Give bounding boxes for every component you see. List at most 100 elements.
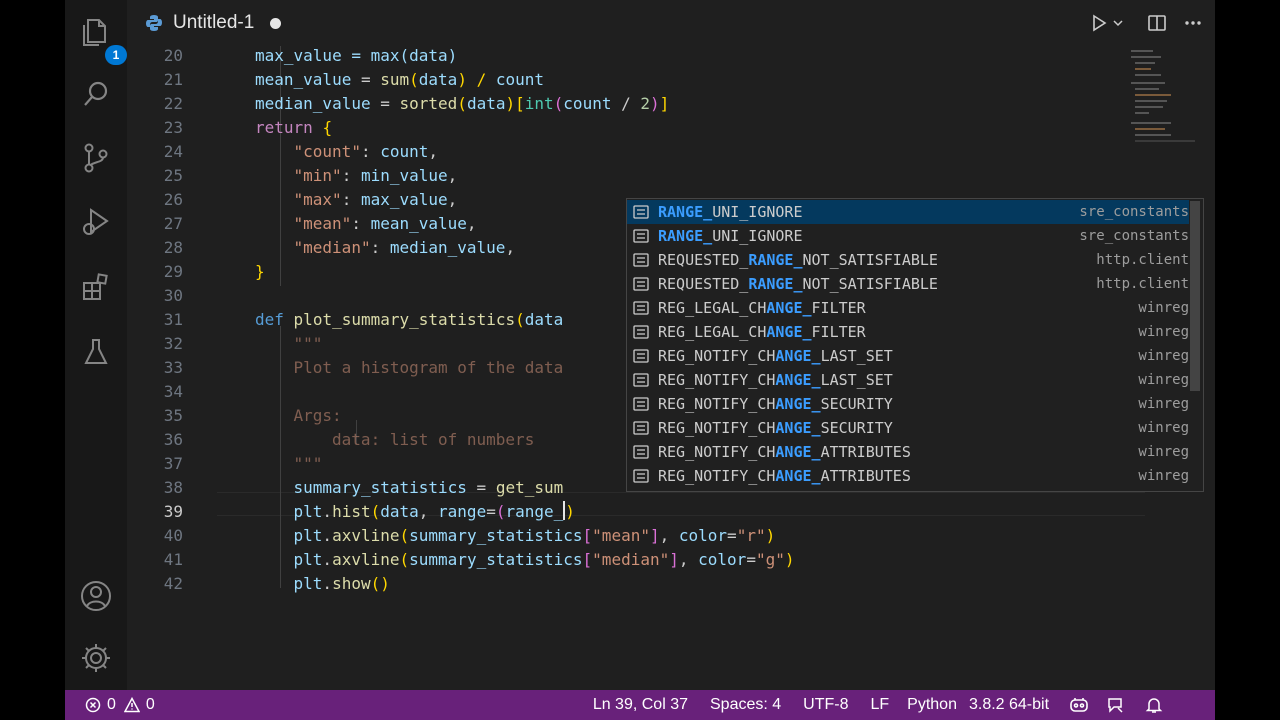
indentation[interactable]: Spaces: 4 (710, 696, 781, 714)
python-interpreter[interactable]: 3.8.2 64-bit (969, 696, 1049, 714)
code-token: def (255, 310, 284, 329)
constant-symbol-icon (633, 349, 649, 363)
code-token: ) (784, 550, 795, 569)
extensions-icon[interactable] (76, 268, 116, 308)
suggestion-item[interactable]: REG_LEGAL_CHANGE_FILTER winreg (627, 320, 1189, 344)
suggestion-item[interactable]: REG_NOTIFY_CHANGE_SECURITY winreg (627, 416, 1189, 440)
label-text: REG_NOTIFY_CH (658, 419, 776, 437)
code-token: count (380, 142, 429, 161)
code-line[interactable]: 22 median_value = sorted(data)[int(count … (127, 92, 1215, 116)
end-of-line[interactable]: LF (870, 696, 889, 714)
code-token: data (466, 94, 506, 113)
constant-symbol-icon (633, 469, 649, 483)
code-token: ) (650, 94, 660, 113)
accounts-icon[interactable] (76, 576, 116, 616)
constant-symbol-icon (633, 445, 649, 459)
code-token: summary_statistics (293, 478, 467, 497)
label-text: REG_LEGAL_CH (658, 299, 767, 317)
encoding[interactable]: UTF-8 (803, 696, 848, 714)
suggestion-item[interactable]: REQUESTED_RANGE_NOT_SATISFIABLE http.clie… (627, 272, 1189, 296)
notifications-bell-icon[interactable] (1145, 696, 1163, 714)
code-line[interactable]: 25 "min": min_value, (127, 164, 1215, 188)
code-token: "median" (592, 550, 670, 569)
constant-symbol-icon (633, 229, 649, 243)
code-token: [ (582, 550, 593, 569)
suggestion-item[interactable]: REG_NOTIFY_CHANGE_ATTRIBUTES winreg (627, 464, 1189, 488)
code-token: data (418, 70, 458, 89)
suggestion-item[interactable]: REG_NOTIFY_CHANGE_SECURITY winreg (627, 392, 1189, 416)
run-python-file-icon[interactable] (1085, 9, 1113, 37)
activity-bar: 1 (65, 0, 127, 690)
code-token: data (524, 310, 564, 329)
run-dropdown-chevron-down-icon[interactable] (1111, 9, 1125, 37)
code-line[interactable]: 24 "count": count, (127, 140, 1215, 164)
suggestion-label: REG_LEGAL_CHANGE_FILTER (658, 296, 866, 320)
suggestion-item[interactable]: REG_NOTIFY_CHANGE_LAST_SET winreg (627, 368, 1189, 392)
suggestions-scrollbar[interactable] (1190, 201, 1200, 391)
feedback-icon[interactable] (1107, 696, 1125, 714)
line-number: 27 (163, 214, 183, 233)
code-token: = (466, 478, 496, 497)
code-text: """ (294, 332, 323, 356)
more-actions-icon[interactable] (1179, 9, 1207, 37)
label-text: REG_NOTIFY_CH (658, 443, 776, 461)
cursor-position[interactable]: Ln 39, Col 37 (593, 696, 688, 714)
unsaved-dot-icon[interactable] (270, 17, 282, 29)
problems-indicator[interactable]: 0 0 (85, 696, 155, 714)
suggestion-detail: winreg (1138, 324, 1189, 340)
code-token: , (447, 166, 458, 185)
label-text: NOT_SATISFIABLE (802, 275, 938, 293)
code-token: . (322, 574, 333, 593)
autocomplete-suggestions[interactable]: RANGE_UNI_IGNORE sre_constants RANGE_UNI_I… (626, 198, 1204, 492)
suggestion-detail: sre_constants (1079, 228, 1189, 244)
code-line[interactable]: 39 plt.hist(data, range=(range_) (127, 500, 1215, 524)
match-highlight: RANGE_ (658, 203, 713, 221)
code-token: plt (293, 574, 323, 593)
suggestion-item[interactable]: REG_NOTIFY_CHANGE_LAST_SET winreg (627, 344, 1189, 368)
settings-gear-icon[interactable] (76, 638, 116, 678)
suggestion-label: RANGE_UNI_IGNORE (658, 224, 803, 248)
code-token: axvline (332, 526, 400, 545)
explorer-icon[interactable]: 1 (76, 12, 127, 65)
code-token: "r" (736, 526, 766, 545)
code-token: : (351, 214, 371, 233)
suggestion-label: REG_LEGAL_CHANGE_FILTER (658, 320, 866, 344)
code-token: . (322, 550, 333, 569)
code-token: ( (399, 550, 410, 569)
code-token: , (659, 526, 679, 545)
minimap[interactable] (1127, 46, 1207, 166)
code-editor[interactable]: 20 max_value = max(data) 21 mean_value = su… (127, 46, 1215, 690)
code-line[interactable]: 23 return { (127, 116, 1215, 140)
suggestion-detail: winreg (1138, 468, 1189, 484)
testing-icon[interactable] (76, 332, 116, 372)
code-token: [ (515, 94, 525, 113)
match-highlight: ANGE_ (766, 299, 812, 317)
line-number: 41 (163, 550, 183, 569)
code-line[interactable]: 42 plt.show() (127, 572, 1215, 596)
search-icon[interactable] (76, 74, 116, 114)
constant-symbol-icon (633, 205, 649, 219)
editor-tab-untitled-1[interactable]: Untitled-1 (127, 0, 299, 46)
copilot-icon[interactable] (1069, 696, 1089, 714)
code-line[interactable]: 20 max_value = max(data) (127, 46, 1215, 68)
status-bar: 0 0 Ln 39, Col 37 Spaces: 4 UTF-8 LF Pyt… (65, 690, 1215, 720)
code-line[interactable]: 41 plt.axvline(summary_statistics["median… (127, 548, 1215, 572)
code-line[interactable]: 40 plt.axvline(summary_statistics["mean"]… (127, 524, 1215, 548)
split-editor-icon[interactable] (1143, 9, 1171, 37)
label-text: UNI_IGNORE (712, 227, 803, 245)
code-token: , (418, 502, 439, 521)
code-token: ) (565, 502, 575, 521)
code-token: ( (370, 502, 381, 521)
suggestion-item[interactable]: RANGE_UNI_IGNORE sre_constants (627, 224, 1189, 248)
source-control-icon[interactable] (76, 138, 116, 178)
suggestion-detail: winreg (1138, 444, 1189, 460)
suggestion-item[interactable]: RANGE_UNI_IGNORE sre_constants (627, 200, 1189, 224)
run-debug-icon[interactable] (76, 202, 116, 242)
suggestion-item[interactable]: REG_NOTIFY_CHANGE_ATTRIBUTES winreg (627, 440, 1189, 464)
suggestion-item[interactable]: REG_LEGAL_CHANGE_FILTER winreg (627, 296, 1189, 320)
explorer-badge: 1 (105, 45, 127, 65)
suggestion-item[interactable]: REQUESTED_RANGE_NOT_SATISFIABLE http.clie… (627, 248, 1189, 272)
code-line[interactable]: 21 mean_value = sum(data) / count (127, 68, 1215, 92)
language-mode[interactable]: Python (907, 696, 957, 714)
